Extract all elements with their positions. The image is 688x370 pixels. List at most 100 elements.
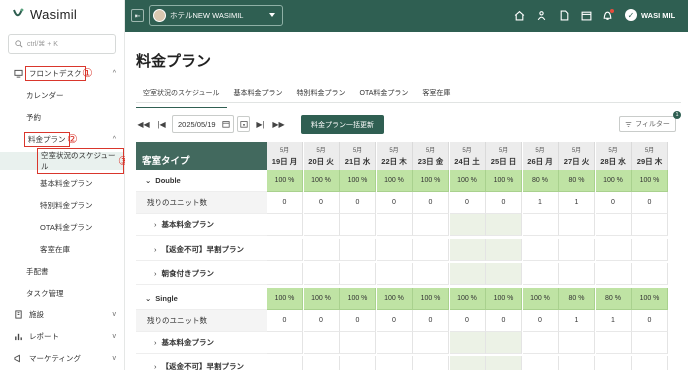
bulk-update-button[interactable]: 料金プラン一括更新 — [301, 115, 384, 134]
filter-button[interactable]: フィルター — [619, 116, 676, 132]
sidebar-item-room-inventory[interactable]: 客室在庫 — [0, 240, 124, 258]
occupancy-cell[interactable]: 100 % — [595, 170, 632, 192]
rate-cell[interactable] — [559, 214, 595, 236]
units-cell[interactable]: 1 — [522, 192, 559, 214]
units-cell[interactable]: 0 — [340, 309, 376, 332]
rate-cell[interactable] — [340, 331, 376, 354]
user-menu[interactable]: ✓ WASI MIL — [625, 9, 675, 21]
rate-cell[interactable] — [559, 263, 595, 285]
occupancy-cell[interactable]: 100 % — [632, 287, 668, 310]
units-cell[interactable]: 1 — [595, 309, 632, 332]
sidebar-item-availability-schedule[interactable]: 空室状況のスケジュール ③ — [0, 148, 129, 174]
rate-cell[interactable] — [413, 356, 449, 370]
rate-cell[interactable] — [596, 356, 632, 370]
rate-cell[interactable] — [559, 331, 595, 354]
rate-cell[interactable] — [449, 238, 486, 261]
rate-cell[interactable] — [595, 263, 632, 285]
units-cell[interactable]: 0 — [449, 309, 486, 332]
room-type-row[interactable]: ⌄ Single — [136, 288, 267, 310]
units-cell[interactable]: 0 — [486, 192, 522, 214]
units-cell[interactable]: 0 — [632, 192, 668, 214]
rate-cell[interactable] — [267, 238, 303, 261]
today-button[interactable] — [237, 116, 250, 132]
rate-plan-row[interactable]: › 【返金不可】早割プラン — [136, 239, 267, 261]
sidebar-item-ota-plan[interactable]: OTA料金プラン — [0, 218, 124, 236]
rate-cell[interactable] — [632, 356, 668, 370]
calendar-icon[interactable] — [581, 10, 592, 21]
occupancy-cell[interactable]: 100 % — [376, 170, 413, 192]
logo[interactable]: Wasimil — [12, 7, 77, 22]
units-cell[interactable]: 0 — [413, 309, 449, 332]
sidebar-item-special-plan[interactable]: 特別料金プラン — [0, 196, 124, 214]
rate-cell[interactable] — [376, 214, 413, 236]
rate-cell[interactable] — [413, 214, 449, 236]
rate-cell[interactable] — [486, 238, 522, 261]
rate-cell[interactable] — [632, 263, 668, 285]
occupancy-cell[interactable]: 100 % — [303, 287, 340, 310]
rate-cell[interactable] — [267, 356, 303, 370]
occupancy-cell[interactable]: 80 % — [559, 170, 595, 192]
sidebar-item-marketing[interactable]: マーケティング v — [0, 349, 124, 367]
rate-cell[interactable] — [340, 263, 376, 285]
search-input[interactable]: ctrl/⌘ + K — [8, 34, 116, 54]
units-cell[interactable]: 0 — [376, 309, 413, 332]
rate-cell[interactable] — [340, 356, 376, 370]
rate-cell[interactable] — [632, 214, 668, 236]
document-icon[interactable] — [559, 10, 570, 21]
date-input[interactable]: 2025/05/19 — [172, 115, 234, 133]
rate-cell[interactable] — [303, 238, 340, 261]
rate-cell[interactable] — [486, 214, 522, 236]
rate-cell[interactable] — [449, 263, 486, 285]
sidebar-item-facility[interactable]: 施設 v — [0, 305, 124, 323]
sidebar-item-tasks[interactable]: タスク管理 — [0, 284, 124, 302]
rate-cell[interactable] — [522, 263, 559, 285]
rate-cell[interactable] — [486, 263, 522, 285]
occupancy-cell[interactable]: 100 % — [376, 287, 413, 310]
sidebar-item-rate-plans[interactable]: 料金プラン ② ^ — [0, 130, 124, 148]
rate-plan-row[interactable]: › 【返金不可】早割プラン — [136, 356, 267, 370]
tab-special-plan[interactable]: 特別料金プラン — [290, 84, 353, 108]
rate-cell[interactable] — [303, 331, 340, 354]
rate-cell[interactable] — [486, 331, 522, 354]
units-cell[interactable]: 0 — [303, 192, 340, 214]
units-cell[interactable]: 0 — [522, 309, 559, 332]
collapse-menu-button[interactable]: ⇤ — [131, 9, 144, 22]
occupancy-cell[interactable]: 100 % — [486, 287, 522, 310]
rate-cell[interactable] — [267, 263, 303, 285]
hotel-select[interactable]: ホテルNEW WASIMIL — [149, 5, 283, 26]
units-cell[interactable]: 0 — [486, 309, 522, 332]
rate-cell[interactable] — [340, 238, 376, 261]
rate-cell[interactable] — [303, 214, 340, 236]
units-cell[interactable]: 0 — [267, 192, 303, 214]
home-icon[interactable] — [514, 10, 525, 21]
rate-cell[interactable] — [595, 214, 632, 236]
rate-cell[interactable] — [523, 356, 559, 370]
rate-cell[interactable] — [376, 238, 413, 261]
occupancy-cell[interactable]: 80 % — [595, 287, 632, 310]
rate-cell[interactable] — [340, 214, 376, 236]
occupancy-cell[interactable]: 100 % — [267, 287, 303, 310]
tab-ota-plan[interactable]: OTA料金プラン — [353, 84, 416, 108]
occupancy-cell[interactable]: 100 % — [267, 170, 303, 192]
tab-availability-schedule[interactable]: 空室状況のスケジュール — [136, 84, 227, 108]
tab-room-inventory[interactable]: 客室在庫 — [415, 84, 457, 108]
rate-cell[interactable] — [522, 238, 559, 261]
sidebar-item-report[interactable]: レポート v — [0, 327, 124, 345]
first-page-icon[interactable]: |◀ — [154, 115, 169, 133]
sidebar-item-reservations[interactable]: 予約 — [0, 108, 124, 126]
rate-cell[interactable] — [376, 331, 413, 354]
units-cell[interactable]: 0 — [267, 309, 303, 332]
rate-cell[interactable] — [632, 331, 668, 354]
rate-cell[interactable] — [413, 238, 449, 261]
units-cell[interactable]: 0 — [632, 309, 668, 332]
room-type-row[interactable]: ⌄ Double — [136, 170, 267, 192]
rate-cell[interactable] — [449, 356, 486, 370]
sidebar-item-front-desk[interactable]: フロントデスク ① ^ — [0, 64, 124, 82]
skip-back-icon[interactable]: ◀◀ — [136, 115, 151, 133]
rate-cell[interactable] — [377, 356, 413, 370]
rate-cell[interactable] — [449, 331, 486, 354]
rate-cell[interactable] — [303, 263, 340, 285]
rate-cell[interactable] — [376, 263, 413, 285]
rate-cell[interactable] — [449, 214, 486, 236]
units-cell[interactable]: 1 — [559, 309, 595, 332]
